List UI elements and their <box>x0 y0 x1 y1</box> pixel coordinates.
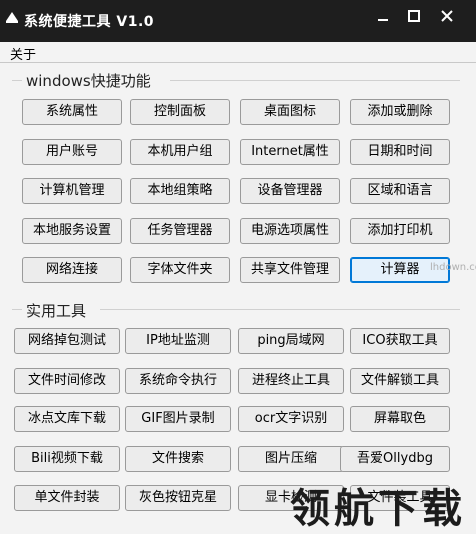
button-shared-files[interactable]: 共享文件管理 <box>240 257 340 283</box>
menu-about[interactable]: 关于 <box>10 44 36 63</box>
button-ping-lan[interactable]: ping局域网 <box>238 328 344 354</box>
app-icon <box>6 12 18 23</box>
close-icon[interactable] <box>436 5 458 27</box>
button-gif-record[interactable]: GIF图片录制 <box>125 406 231 432</box>
button-bili-download[interactable]: Bili视频下载 <box>14 446 120 472</box>
button-ocr[interactable]: ocr文字识别 <box>238 406 344 432</box>
minimize-icon[interactable] <box>372 5 394 27</box>
button-process-kill[interactable]: 进程终止工具 <box>238 368 344 394</box>
button-file-search[interactable]: 文件搜索 <box>125 446 231 472</box>
button-single-file-pack[interactable]: 单文件封装 <box>14 485 120 511</box>
button-file-unlock[interactable]: 文件解锁工具 <box>350 368 450 394</box>
watermark-text: 领航下载 <box>290 486 466 532</box>
group-title-tools: 实用工具 <box>26 302 87 320</box>
group-divider <box>170 80 460 81</box>
title-bar: 系统便捷工具 V1.0 <box>0 0 476 42</box>
button-color-picker[interactable]: 屏幕取色 <box>350 406 450 432</box>
button-fonts-folder[interactable]: 字体文件夹 <box>130 257 230 283</box>
window-title: 系统便捷工具 V1.0 <box>24 14 155 30</box>
menu-bar: 关于 <box>0 42 476 63</box>
button-date-time[interactable]: 日期和时间 <box>350 139 450 165</box>
button-system-command[interactable]: 系统命令执行 <box>125 368 231 394</box>
button-local-user-groups[interactable]: 本机用户组 <box>130 139 230 165</box>
button-control-panel[interactable]: 控制面板 <box>130 99 230 125</box>
group-divider <box>12 80 22 81</box>
button-network-connections[interactable]: 网络连接 <box>22 257 122 283</box>
maximize-icon[interactable] <box>403 5 425 27</box>
group-divider <box>12 309 22 310</box>
button-device-manager[interactable]: 设备管理器 <box>240 178 340 204</box>
button-packet-loss-test[interactable]: 网络掉包测试 <box>14 328 120 354</box>
button-ollydbg[interactable]: 吾爱Ollydbg <box>340 446 450 472</box>
button-local-services[interactable]: 本地服务设置 <box>22 218 122 244</box>
button-power-options[interactable]: 电源选项属性 <box>240 218 340 244</box>
button-gray-button-unlock[interactable]: 灰色按钮克星 <box>125 485 231 511</box>
button-ip-monitor[interactable]: IP地址监测 <box>125 328 231 354</box>
button-region-language[interactable]: 区域和语言 <box>350 178 450 204</box>
button-desktop-icons[interactable]: 桌面图标 <box>240 99 340 125</box>
button-file-time-modify[interactable]: 文件时间修改 <box>14 368 120 394</box>
group-title-windows: windows快捷功能 <box>26 72 151 90</box>
button-task-manager[interactable]: 任务管理器 <box>130 218 230 244</box>
button-wenku-download[interactable]: 冰点文库下载 <box>14 406 120 432</box>
button-system-properties[interactable]: 系统属性 <box>22 99 122 125</box>
group-divider <box>100 309 460 310</box>
button-computer-management[interactable]: 计算机管理 <box>22 178 122 204</box>
button-ico-tool[interactable]: ICO获取工具 <box>350 328 450 354</box>
button-add-printer[interactable]: 添加打印机 <box>350 218 450 244</box>
button-internet-properties[interactable]: Internet属性 <box>240 139 340 165</box>
button-local-group-policy[interactable]: 本地组策略 <box>130 178 230 204</box>
button-user-accounts[interactable]: 用户账号 <box>22 139 122 165</box>
watermark-url: lhdown.com <box>430 262 476 273</box>
button-image-compress[interactable]: 图片压缩 <box>238 446 344 472</box>
button-add-remove[interactable]: 添加或删除 <box>350 99 450 125</box>
